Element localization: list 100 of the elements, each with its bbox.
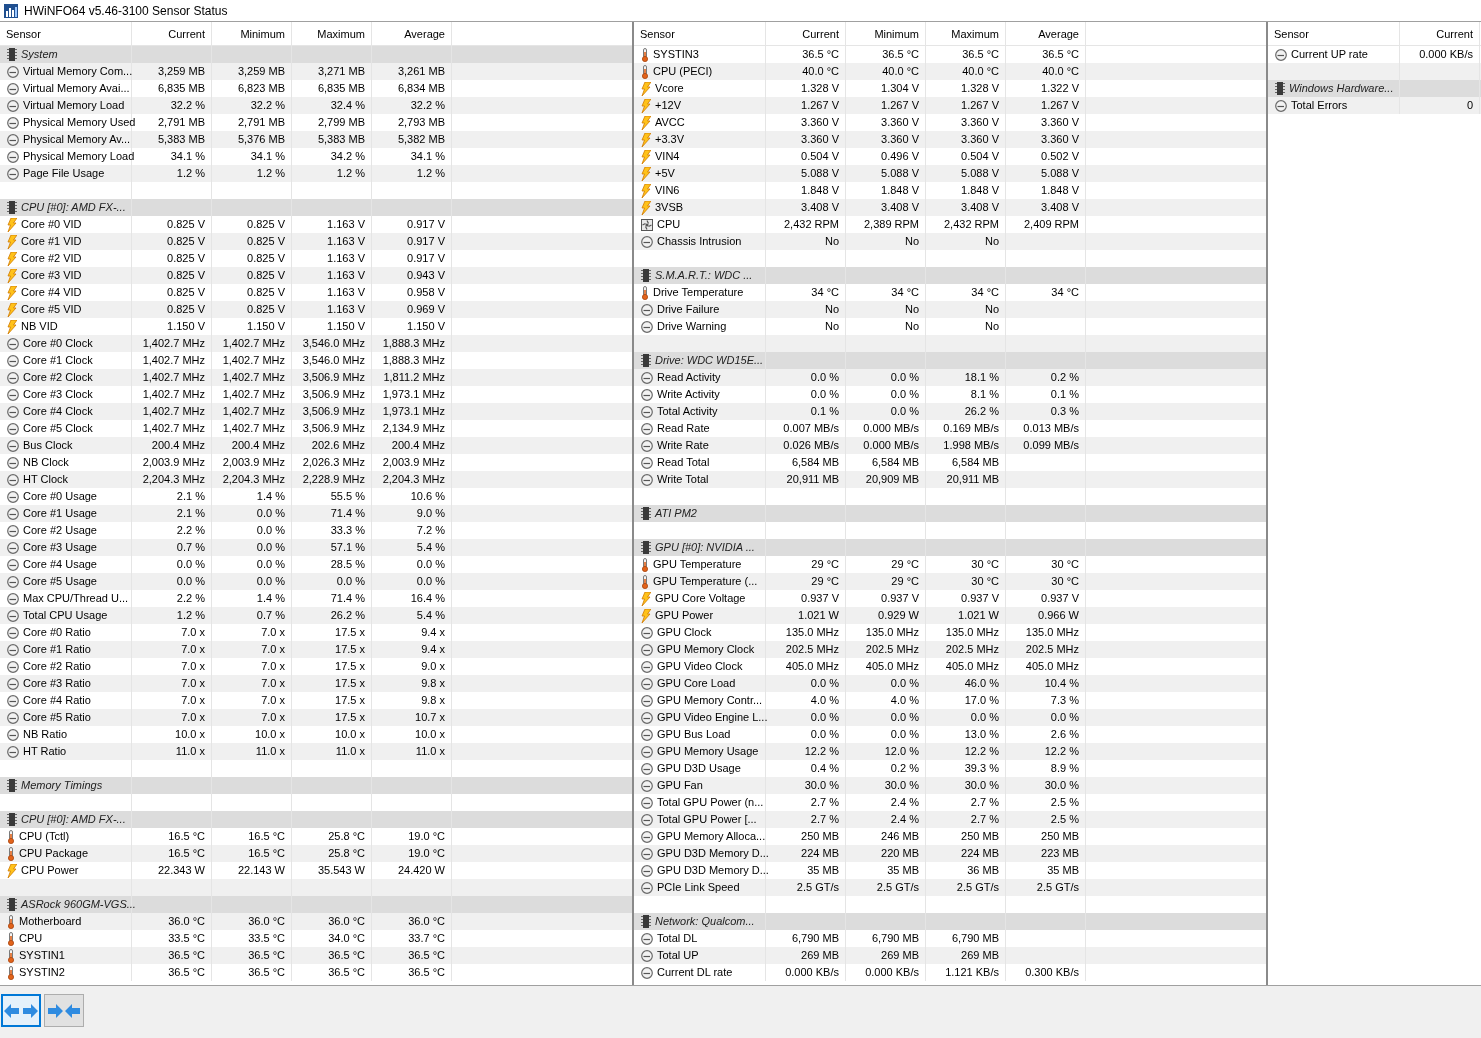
table-row[interactable]: GPU Video Engine L... 0.0 % 0.0 % 0.0 % 0.0 %	[634, 709, 1266, 726]
table-row[interactable]: +3.3V 3.360 V 3.360 V 3.360 V 3.360 V	[634, 131, 1266, 148]
table-row[interactable]: Core #3 VID 0.825 V 0.825 V 1.163 V 0.943 V	[0, 267, 632, 284]
column-header[interactable]: Current	[132, 22, 212, 45]
table-row[interactable]: PCIe Link Speed 2.5 GT/s 2.5 GT/s 2.5 GT/s 2.5 GT/s	[634, 879, 1266, 896]
table-row[interactable]: HT Ratio 11.0 x 11.0 x 11.0 x 11.0 x	[0, 743, 632, 760]
table-cell: 0.825 V	[212, 267, 292, 284]
table-cell: 30 °C	[926, 573, 1006, 590]
table-cell: 3,259 MB	[132, 63, 212, 80]
table-cell: 0.825 V	[212, 233, 292, 250]
group-row[interactable]: GPU [#0]: NVIDIA ...	[634, 539, 1266, 556]
table-cell: 40.0 °C	[926, 63, 1006, 80]
column-header[interactable]: Average	[1006, 22, 1086, 45]
table-row[interactable]: Core #3 Usage 0.7 % 0.0 % 57.1 % 5.4 %	[0, 539, 632, 556]
group-row[interactable]: S.M.A.R.T.: WDC ...	[634, 267, 1266, 284]
gauge-icon	[7, 541, 19, 554]
table-row[interactable]: SYSTIN1 36.5 °C 36.5 °C 36.5 °C 36.5 °C	[0, 947, 632, 964]
group-row[interactable]: Drive: WDC WD15E...	[634, 352, 1266, 369]
table-row[interactable]: Total Activity 0.1 % 0.0 % 26.2 % 0.3 %	[634, 403, 1266, 420]
table-row[interactable]: Virtual Memory Com... 3,259 MB 3,259 MB 3,271 MB 3,261 MB	[0, 63, 632, 80]
table-row[interactable]: +12V 1.267 V 1.267 V 1.267 V 1.267 V	[634, 97, 1266, 114]
gauge-icon	[641, 626, 653, 639]
table-row[interactable]: Page File Usage 1.2 % 1.2 % 1.2 % 1.2 %	[0, 165, 632, 182]
table-row[interactable]: Total UP 269 MB 269 MB 269 MB	[634, 947, 1266, 964]
table-row[interactable]: Physical Memory Av... 5,383 MB 5,376 MB 5,383 MB 5,382 MB	[0, 131, 632, 148]
table-row[interactable]: Core #3 Ratio 7.0 x 7.0 x 17.5 x 9.8 x	[0, 675, 632, 692]
table-row[interactable]: Total GPU Power [... 2.7 % 2.4 % 2.7 % 2.5 %	[634, 811, 1266, 828]
group-title: Drive: WDC WD15E...	[655, 353, 764, 368]
column-header[interactable]: Minimum	[212, 22, 292, 45]
table-cell: 5.088 V	[926, 165, 1006, 182]
column-header[interactable]: Maximum	[292, 22, 372, 45]
lightning-icon	[641, 608, 651, 623]
table-row[interactable]: Core #1 VID 0.825 V 0.825 V 1.163 V 0.917 V	[0, 233, 632, 250]
gauge-icon	[7, 677, 19, 690]
column-header[interactable]: Current	[1400, 22, 1480, 45]
lightning-icon	[7, 302, 17, 317]
column-header[interactable]: Sensor	[0, 22, 132, 45]
table-row[interactable]: GPU Fan 30.0 % 30.0 % 30.0 % 30.0 %	[634, 777, 1266, 794]
table-row[interactable]: GPU D3D Memory D... 224 MB 220 MB 224 MB 223 MB	[634, 845, 1266, 862]
group-row[interactable]: System	[0, 46, 632, 63]
group-row[interactable]: ASRock 960GM-VGS...	[0, 896, 632, 913]
group-row[interactable]: Windows Hardware...	[1268, 80, 1481, 97]
column-header[interactable]: Current	[766, 22, 846, 45]
table-row[interactable]: Core #5 VID 0.825 V 0.825 V 1.163 V 0.969 V	[0, 301, 632, 318]
collapse-button[interactable]	[44, 994, 84, 1027]
table-row[interactable]: Core #2 Clock 1,402.7 MHz 1,402.7 MHz 3,506.9 MHz 1,811.2 MHz	[0, 369, 632, 386]
table-cell: 17.5 x	[292, 641, 372, 658]
table-row[interactable]: Core #1 Ratio 7.0 x 7.0 x 17.5 x 9.4 x	[0, 641, 632, 658]
sensor-name: Total GPU Power [...	[657, 812, 757, 827]
sensor-name: Core #1 Ratio	[23, 642, 91, 657]
table-cell: 46.0 %	[926, 675, 1006, 692]
table-row[interactable]: CPU Package 16.5 °C 16.5 °C 25.8 °C 19.0 °C	[0, 845, 632, 862]
table-row[interactable]: Core #0 Clock 1,402.7 MHz 1,402.7 MHz 3,546.0 MHz 1,888.3 MHz	[0, 335, 632, 352]
table-row[interactable]: HT Clock 2,204.3 MHz 2,204.3 MHz 2,228.9 MHz 2,204.3 MHz	[0, 471, 632, 488]
table-row[interactable]: Write Rate 0.026 MB/s 0.000 MB/s 1.998 MB/s 0.099 MB/s	[634, 437, 1266, 454]
gauge-icon	[7, 371, 19, 384]
group-row[interactable]: CPU [#0]: AMD FX-...	[0, 811, 632, 828]
table-cell: 1.998 MB/s	[926, 437, 1006, 454]
gauge-icon	[7, 405, 19, 418]
column-header[interactable]: Minimum	[846, 22, 926, 45]
sensor-name: GPU D3D Memory D...	[657, 863, 769, 878]
table-row[interactable]: GPU Memory Usage 12.2 % 12.0 % 12.2 % 12.2 %	[634, 743, 1266, 760]
table-row[interactable]: GPU Core Load 0.0 % 0.0 % 46.0 % 10.4 %	[634, 675, 1266, 692]
table-row[interactable]: Read Activity 0.0 % 0.0 % 18.1 % 0.2 %	[634, 369, 1266, 386]
table-row[interactable]: GPU Memory Clock 202.5 MHz 202.5 MHz 202.5 MHz 202.5 MHz	[634, 641, 1266, 658]
group-row[interactable]: Network: Qualcom...	[634, 913, 1266, 930]
table-row[interactable]: Drive Failure No No No	[634, 301, 1266, 318]
table-row[interactable]: 3VSB 3.408 V 3.408 V 3.408 V 3.408 V	[634, 199, 1266, 216]
table-row[interactable]: Bus Clock 200.4 MHz 200.4 MHz 202.6 MHz 200.4 MHz	[0, 437, 632, 454]
sensor-name: HT Ratio	[23, 744, 67, 759]
expand-button[interactable]	[1, 994, 41, 1027]
sensor-name: Core #2 Ratio	[23, 659, 91, 674]
table-cell: 1.267 V	[846, 97, 926, 114]
table-row[interactable]: Core #5 Ratio 7.0 x 7.0 x 17.5 x 10.7 x	[0, 709, 632, 726]
table-row[interactable]: Core #5 Usage 0.0 % 0.0 % 0.0 % 0.0 %	[0, 573, 632, 590]
column-header[interactable]: Maximum	[926, 22, 1006, 45]
table-row[interactable]: CPU (PECI) 40.0 °C 40.0 °C 40.0 °C 40.0 °C	[634, 63, 1266, 80]
table-cell: 0.026 MB/s	[766, 437, 846, 454]
table-cell: 0.0 %	[212, 505, 292, 522]
table-row[interactable]: Total CPU Usage 1.2 % 0.7 % 26.2 % 5.4 %	[0, 607, 632, 624]
table-row[interactable]: Core #4 Clock 1,402.7 MHz 1,402.7 MHz 3,506.9 MHz 1,973.1 MHz	[0, 403, 632, 420]
table-cell: 2.5 GT/s	[846, 879, 926, 896]
group-row[interactable]: ATI PM2	[634, 505, 1266, 522]
table-row[interactable]: Write Total 20,911 MB 20,909 MB 20,911 MB	[634, 471, 1266, 488]
table-row[interactable]: Core #1 Usage 2.1 % 0.0 % 71.4 % 9.0 %	[0, 505, 632, 522]
column-header[interactable]: Sensor	[634, 22, 766, 45]
table-row[interactable]: Virtual Memory Load 32.2 % 32.2 % 32.4 % 32.2 %	[0, 97, 632, 114]
table-row[interactable]: GPU Temperature (... 29 °C 29 °C 30 °C 30 °C	[634, 573, 1266, 590]
column-header[interactable]: Sensor	[1268, 22, 1400, 45]
group-row[interactable]: Memory Timings	[0, 777, 632, 794]
group-row[interactable]: CPU [#0]: AMD FX-...	[0, 199, 632, 216]
table-row[interactable]: Motherboard 36.0 °C 36.0 °C 36.0 °C 36.0 °C	[0, 913, 632, 930]
table-cell: 19.0 °C	[372, 845, 452, 862]
table-cell: 20,909 MB	[846, 471, 926, 488]
column-header[interactable]: Average	[372, 22, 452, 45]
table-row[interactable]: Total Errors 0	[1268, 97, 1481, 114]
table-row[interactable]: +5V 5.088 V 5.088 V 5.088 V 5.088 V	[634, 165, 1266, 182]
table-row[interactable]: GPU Power 1.021 W 0.929 W 1.021 W 0.966 W	[634, 607, 1266, 624]
table-cell: 0.917 V	[372, 233, 452, 250]
table-row[interactable]: Chassis Intrusion No No No	[634, 233, 1266, 250]
